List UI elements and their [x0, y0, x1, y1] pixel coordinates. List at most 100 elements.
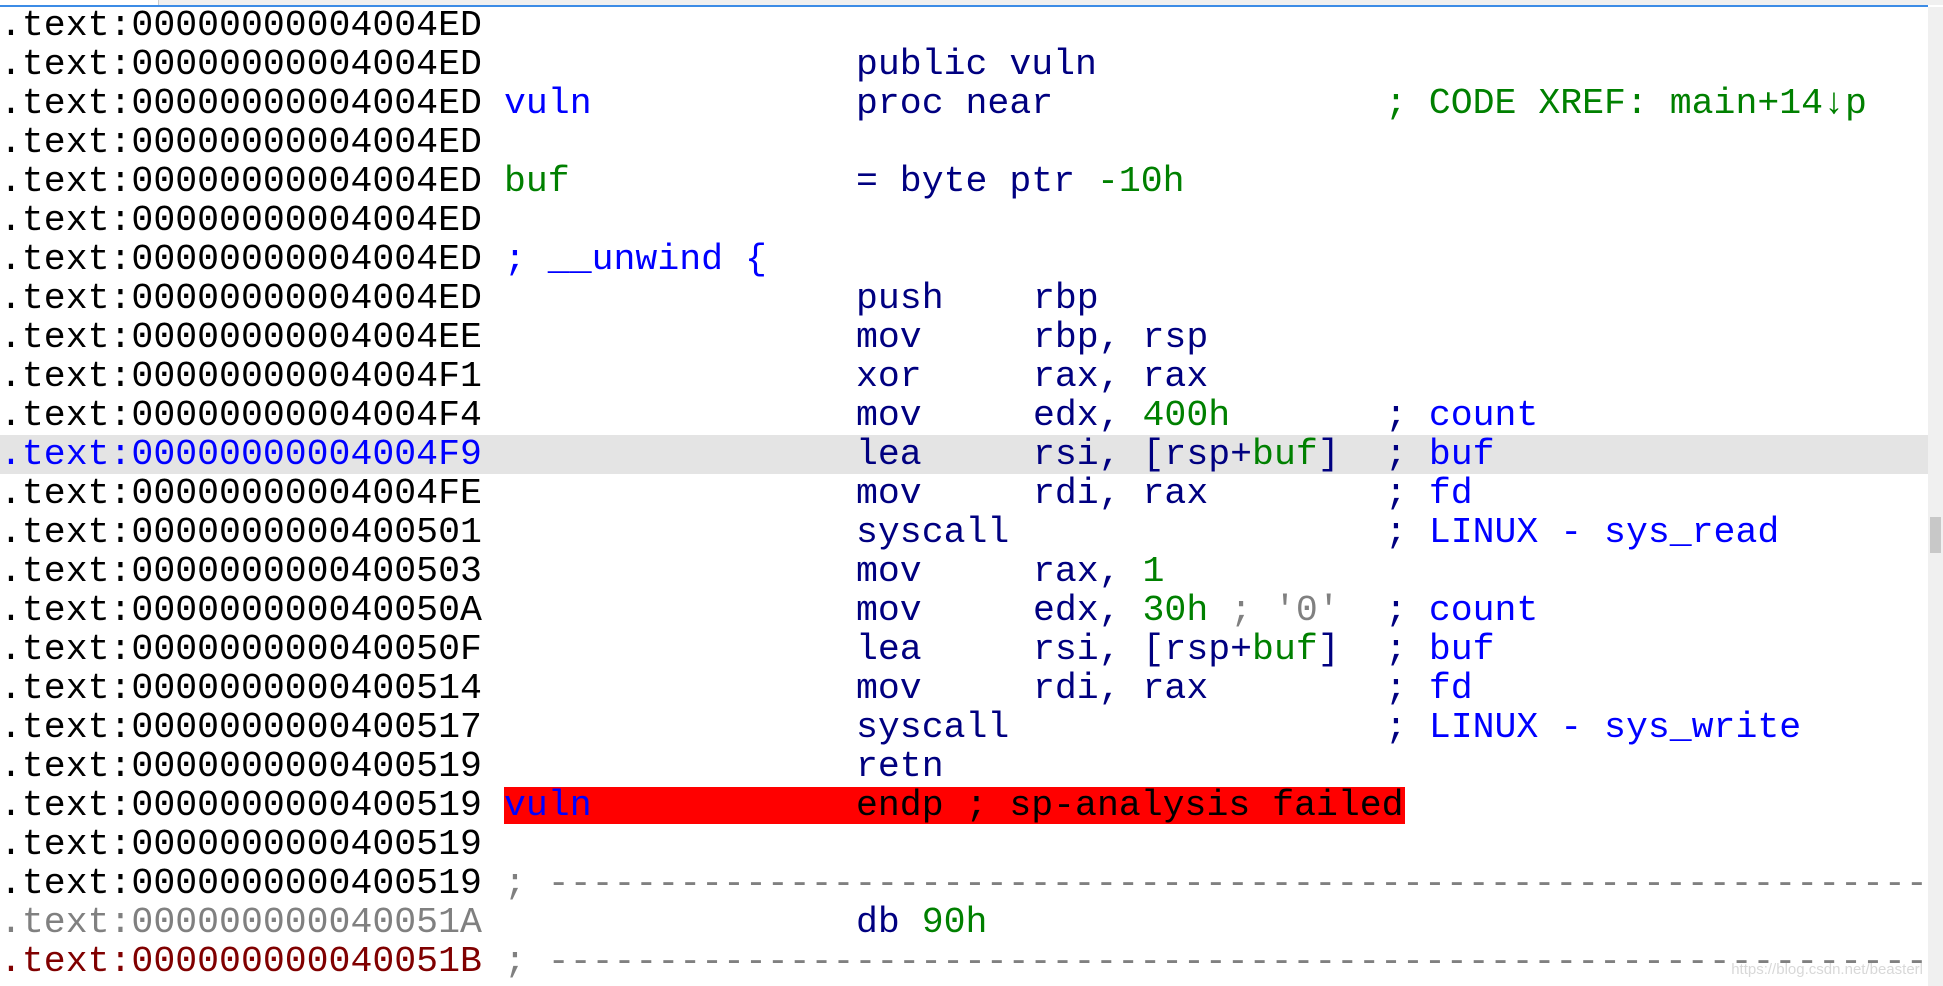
line-address[interactable]: .text:0000000000400503: [0, 552, 482, 591]
line-address[interactable]: .text:00000000004004ED: [0, 84, 482, 123]
line-instruction[interactable]: db 90h: [856, 903, 987, 942]
line-instruction[interactable]: = byte ptr -10h: [856, 162, 1185, 201]
listing-line[interactable]: .text:00000000004004EE mov rbp, rsp: [0, 318, 1928, 357]
line-operands-segment: rax, rax: [1033, 355, 1209, 397]
listing-line[interactable]: .text:0000000000400517 syscall ; LINUX - s…: [0, 708, 1928, 747]
line-address[interactable]: .text:00000000004004ED: [0, 6, 482, 45]
line-address[interactable]: .text:0000000000400501: [0, 513, 482, 552]
line-address[interactable]: .text:0000000000400517: [0, 708, 482, 747]
line-address[interactable]: .text:0000000000400519: [0, 864, 482, 903]
line-instruction[interactable]: mov: [856, 591, 922, 630]
line-address[interactable]: .text:00000000004004ED: [0, 240, 482, 279]
line-instruction-segment: mov: [856, 394, 922, 436]
listing-line[interactable]: .text:00000000004004ED public vuln: [0, 45, 1928, 84]
separator-line[interactable]: ; --------------------------------------…: [504, 942, 1928, 981]
line-instruction[interactable]: xor: [856, 357, 922, 396]
line-comment: ; count: [1385, 396, 1538, 435]
line-operands[interactable]: rax, rax: [1033, 357, 1208, 396]
line-operands[interactable]: rdi, rax: [1033, 669, 1208, 708]
line-instruction[interactable]: lea: [856, 630, 922, 669]
line-comment-segment: ;: [1385, 667, 1429, 709]
line-address[interactable]: .text:00000000004004F9: [0, 435, 482, 474]
line-address[interactable]: .text:00000000004004FE: [0, 474, 482, 513]
line-operands[interactable]: edx, 30h ; '0': [1033, 591, 1340, 630]
line-address[interactable]: .text:0000000000400519: [0, 786, 482, 825]
listing-line[interactable]: .text:000000000040050F lea rsi, [rsp+buf];…: [0, 630, 1928, 669]
line-address[interactable]: .text:00000000004004ED: [0, 162, 482, 201]
listing-line[interactable]: .text:00000000004004ED: [0, 201, 1928, 240]
line-instruction[interactable]: mov: [856, 318, 922, 357]
line-operands[interactable]: edx, 400h: [1033, 396, 1230, 435]
listing-line[interactable]: .text:00000000004004ED: [0, 6, 1928, 45]
line-address[interactable]: .text:00000000004004F1: [0, 357, 482, 396]
line-label[interactable]: vuln: [504, 84, 592, 123]
line-operands[interactable]: rax, 1: [1033, 552, 1164, 591]
line-instruction[interactable]: endp ; sp-analysis failed: [856, 786, 1404, 825]
line-operands[interactable]: rsi, [rsp+buf]: [1033, 435, 1340, 474]
listing-line[interactable]: .text:0000000000400519 vuln endp ; sp-anal…: [0, 786, 1928, 825]
line-label[interactable]: buf: [504, 162, 570, 201]
line-instruction-segment: proc near: [856, 82, 1054, 124]
listing-line[interactable]: .text:00000000004004F4 mov edx, 400h ; coun…: [0, 396, 1928, 435]
line-operands[interactable]: rsi, [rsp+buf]: [1033, 630, 1340, 669]
line-instruction[interactable]: proc near: [856, 84, 1053, 123]
line-instruction[interactable]: syscall: [856, 513, 1009, 552]
scrollbar-thumb[interactable]: [1930, 517, 1941, 553]
line-instruction-segment: syscall: [856, 706, 1010, 748]
listing-line[interactable]: .text:0000000000400503 mov rax, 1: [0, 552, 1928, 591]
line-operands[interactable]: rbp: [1033, 279, 1099, 318]
listing-line[interactable]: .text:00000000004004F1 xor rax, rax: [0, 357, 1928, 396]
line-instruction[interactable]: mov: [856, 474, 922, 513]
line-operands[interactable]: rbp, rsp: [1033, 318, 1208, 357]
listing-line[interactable]: .text:0000000000400519 ; ----------------…: [0, 864, 1928, 903]
line-instruction[interactable]: lea: [856, 435, 922, 474]
line-address[interactable]: .text:0000000000400519: [0, 747, 482, 786]
line-operands-segment: ]: [1317, 628, 1340, 670]
listing-line[interactable]: .text:000000000040051A db 90h: [0, 903, 1928, 942]
listing-line[interactable]: .text:0000000000400514 mov rdi, rax; fd: [0, 669, 1928, 708]
line-label[interactable]: vuln: [504, 786, 592, 825]
line-comment: ; LINUX - sys_write: [1385, 708, 1801, 747]
line-address[interactable]: .text:000000000040050A: [0, 591, 482, 630]
listing-line[interactable]: .text:00000000004004FE mov rdi, rax; fd: [0, 474, 1928, 513]
listing-line[interactable]: .text:0000000000400501 syscall; LINUX - s…: [0, 513, 1928, 552]
line-instruction[interactable]: mov: [856, 552, 922, 591]
listing-line[interactable]: .text:00000000004004ED: [0, 123, 1928, 162]
listing-line[interactable]: .text:00000000004004ED push rbp: [0, 279, 1928, 318]
line-address[interactable]: .text:00000000004004ED: [0, 201, 482, 240]
line-instruction[interactable]: mov: [856, 396, 922, 435]
line-address[interactable]: .text:0000000000400519: [0, 825, 482, 864]
line-comment-segment: LINUX - sys_read: [1428, 511, 1780, 553]
line-address[interactable]: .text:00000000004004ED: [0, 279, 482, 318]
listing-line[interactable]: .text:000000000040050A mov edx, 30h ; '0';…: [0, 591, 1928, 630]
line-address[interactable]: .text:00000000004004ED: [0, 123, 482, 162]
line-address[interactable]: .text:000000000040050F: [0, 630, 482, 669]
line-label[interactable]: ; __unwind {: [504, 240, 767, 279]
line-address[interactable]: .text:00000000004004ED: [0, 45, 482, 84]
line-comment-segment: count: [1428, 589, 1539, 631]
listing-line[interactable]: .text:00000000004004ED ; __unwind {: [0, 240, 1928, 279]
line-instruction-segment: 90h: [921, 901, 988, 943]
line-address[interactable]: .text:00000000004004F4: [0, 396, 482, 435]
listing-line[interactable]: .text:000000000040051B ; ----------------…: [0, 942, 1928, 981]
line-instruction[interactable]: retn: [856, 747, 944, 786]
line-instruction[interactable]: push: [856, 279, 944, 318]
listing-line[interactable]: .text:00000000004004ED vuln proc near ; COD…: [0, 84, 1928, 123]
line-instruction[interactable]: public vuln: [856, 45, 1097, 84]
separator-line[interactable]: ; --------------------------------------…: [504, 864, 1928, 903]
line-operands[interactable]: rdi, rax: [1033, 474, 1208, 513]
line-instruction[interactable]: mov: [856, 669, 922, 708]
line-instruction-segment: mov: [856, 316, 922, 358]
line-address[interactable]: .text:000000000040051A: [0, 903, 482, 942]
line-address[interactable]: .text:000000000040051B: [0, 942, 482, 981]
line-operands-segment: rbp: [1033, 277, 1099, 319]
vertical-scrollbar[interactable]: [1928, 7, 1943, 986]
listing-line[interactable]: .text:0000000000400519: [0, 825, 1928, 864]
line-address[interactable]: .text:00000000004004EE: [0, 318, 482, 357]
line-operands-segment: edx,: [1033, 589, 1143, 631]
listing-line[interactable]: .text:0000000000400519 retn: [0, 747, 1928, 786]
listing-line-current[interactable]: .text:00000000004004F9 lea rsi, [rsp+buf];…: [0, 434, 1928, 474]
listing-line[interactable]: .text:00000000004004ED buf = byte ptr -10h: [0, 162, 1928, 201]
line-address[interactable]: .text:0000000000400514: [0, 669, 482, 708]
line-instruction[interactable]: syscall: [856, 708, 1009, 747]
